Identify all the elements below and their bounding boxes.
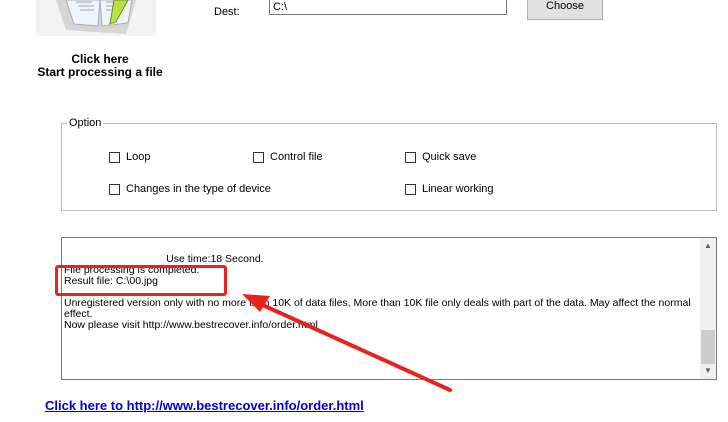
option-group <box>61 123 717 211</box>
start-processing-link[interactable]: Click here Start processing a file <box>20 53 180 79</box>
checkbox-box[interactable] <box>109 183 120 195</box>
linear-working-checkbox[interactable]: Linear working <box>405 183 494 195</box>
option-group-title: Option <box>67 117 104 129</box>
arrow-annotation-icon <box>242 294 452 392</box>
scroll-thumb[interactable] <box>701 330 715 364</box>
order-link[interactable]: Click here to http://www.bestrecover.inf… <box>45 398 364 413</box>
scroll-down-icon[interactable]: ▼ <box>700 363 716 379</box>
checkbox-box[interactable] <box>405 151 416 163</box>
checkbox-label: Control file <box>270 151 323 163</box>
checkbox-label: Quick save <box>422 151 477 163</box>
quick-save-checkbox[interactable]: Quick save <box>405 151 476 163</box>
checkbox-box[interactable] <box>253 151 264 163</box>
checkbox-label: Linear working <box>422 183 494 195</box>
highlight-box <box>55 265 227 296</box>
loop-checkbox[interactable]: Loop <box>109 151 150 163</box>
checkbox-box[interactable] <box>405 183 416 195</box>
dest-input[interactable] <box>269 0 507 15</box>
start-link-line2: Start processing a file <box>37 65 163 79</box>
choose-button[interactable]: Choose <box>527 0 603 20</box>
checkbox-box[interactable] <box>109 151 120 163</box>
changes-device-type-checkbox[interactable]: Changes in the type of device <box>109 183 271 195</box>
log-scrollbar[interactable]: ▲ ▼ <box>700 238 716 379</box>
app-icon[interactable] <box>36 0 156 36</box>
control-file-checkbox[interactable]: Control file <box>253 151 323 163</box>
dest-label: Dest: <box>214 6 240 18</box>
scroll-up-icon[interactable]: ▲ <box>700 238 716 254</box>
book-icon <box>36 0 156 36</box>
checkbox-label: Changes in the type of device <box>126 183 271 195</box>
checkbox-label: Loop <box>126 151 151 163</box>
